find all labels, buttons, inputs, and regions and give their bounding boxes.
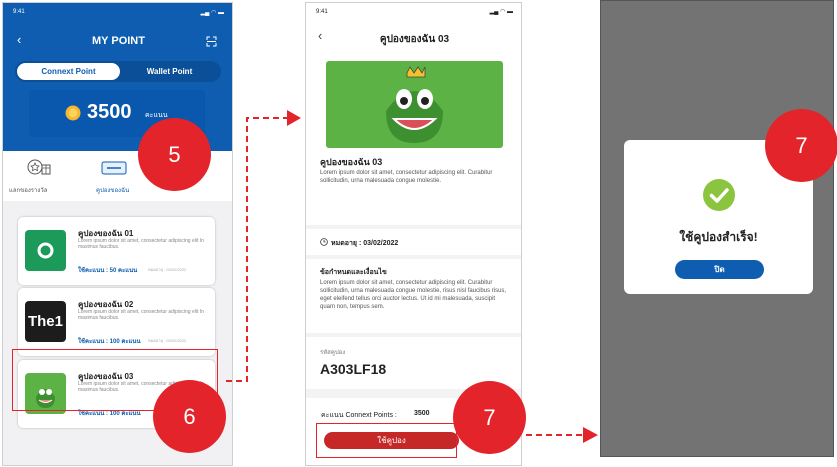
- coupon-image: [326, 61, 503, 148]
- points-label: คะแนน Connext Points :: [321, 412, 397, 419]
- points-value: 3500: [414, 410, 430, 417]
- highlight-use-button: [316, 423, 457, 458]
- clock-icon: [320, 238, 328, 246]
- terms-section: ข้อกำหนดและเงื่อนไข Lorem ipsum dolor si…: [306, 259, 521, 333]
- step-badge-7a: 7: [453, 381, 526, 454]
- status-time: 9:41: [316, 9, 328, 15]
- coupon-info: คูปองของฉัน 03 Lorem ipsum dolor sit ame…: [306, 57, 521, 225]
- coupon-code: A303LF18: [320, 361, 387, 377]
- close-button[interactable]: ปิด: [675, 260, 764, 279]
- terms-body: Lorem ipsum dolor sit amet, consectetur …: [320, 280, 507, 310]
- expiry-date: หมดอายุ : 03/02/2022: [331, 240, 399, 247]
- expiry-row: หมดอายุ : 03/02/2022: [306, 229, 521, 255]
- terms-title: ข้อกำหนดและเงื่อนไข: [320, 269, 387, 276]
- success-overlay: ใช้คูปองสำเร็จ! ปิด: [600, 0, 834, 457]
- detail-header: 9:41 ▂▄ ◠ ▬ ‹ คูปองของฉัน 03: [306, 3, 521, 57]
- page-title: คูปองของฉัน 03: [379, 34, 450, 45]
- step-badge-7b: 7: [765, 109, 837, 182]
- coupon-name: คูปองของฉัน 03: [320, 157, 383, 167]
- success-check-icon: [703, 179, 735, 211]
- coupon-desc: Lorem ipsum dolor sit amet, consectetur …: [320, 170, 493, 184]
- status-icons: ▂▄ ◠ ▬: [489, 9, 513, 15]
- code-label: รหัสคูปอง: [320, 350, 346, 356]
- success-message: ใช้คูปองสำเร็จ!: [679, 230, 758, 244]
